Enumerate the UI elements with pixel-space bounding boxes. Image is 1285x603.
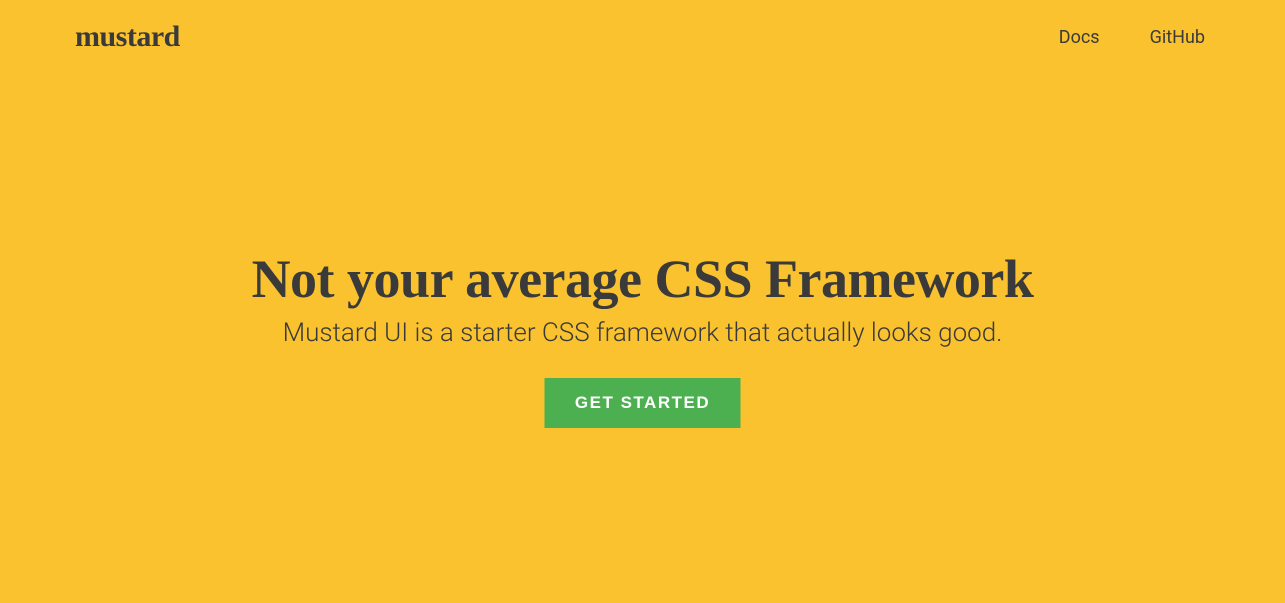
hero-subtitle: Mustard UI is a starter CSS framework th… — [0, 318, 1285, 348]
get-started-button[interactable]: GET STARTED — [545, 378, 740, 428]
brand-logo[interactable]: mustard — [75, 20, 180, 54]
hero-title: Not your average CSS Framework — [0, 248, 1285, 310]
nav-link-github[interactable]: GitHub — [1150, 27, 1205, 48]
nav-link-docs[interactable]: Docs — [1059, 27, 1100, 48]
main-nav: Docs GitHub — [1059, 27, 1205, 48]
hero-section: Not your average CSS Framework Mustard U… — [0, 248, 1285, 428]
page-header: mustard Docs GitHub — [0, 0, 1285, 74]
